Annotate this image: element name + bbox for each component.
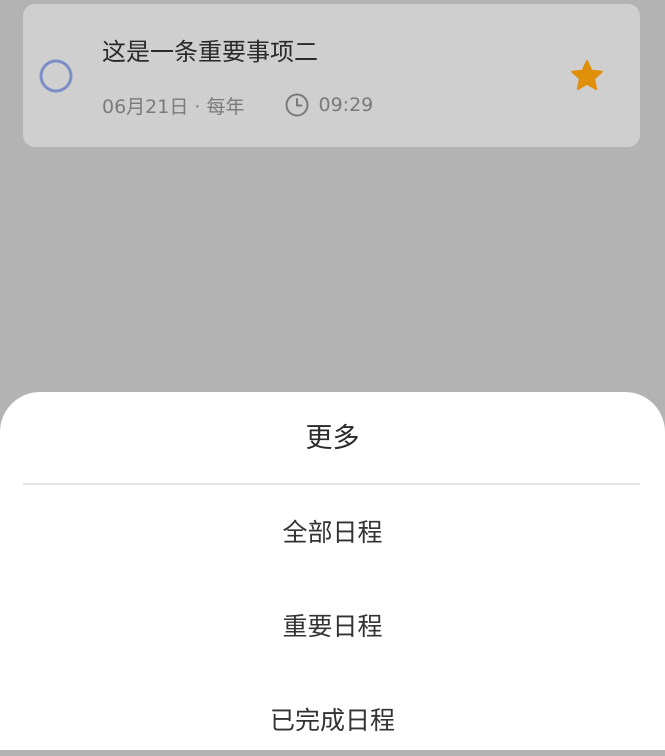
task-meta: 06月21日 · 每年 09:29 (102, 90, 373, 120)
task-title: 这是一条重要事项二 (102, 38, 318, 66)
option-important-schedules[interactable]: 重要日程 (0, 592, 665, 662)
task-card[interactable]: 这是一条重要事项二 06月21日 · 每年 09:29 (23, 4, 640, 147)
important-star-button[interactable] (569, 58, 605, 94)
star-icon (571, 60, 603, 90)
option-all-schedules[interactable]: 全部日程 (0, 498, 665, 568)
complete-checkbox[interactable] (39, 59, 73, 93)
sheet-divider (23, 483, 640, 485)
task-time: 09:29 (318, 94, 374, 116)
task-date-repeat: 06月21日 · 每年 (102, 95, 245, 118)
more-bottom-sheet: 更多 全部日程 重要日程 已完成日程 (0, 392, 665, 750)
circle-outline-icon (39, 59, 73, 93)
clock-icon (284, 92, 310, 118)
sheet-title: 更多 (305, 423, 360, 454)
option-completed-schedules[interactable]: 已完成日程 (0, 686, 665, 756)
